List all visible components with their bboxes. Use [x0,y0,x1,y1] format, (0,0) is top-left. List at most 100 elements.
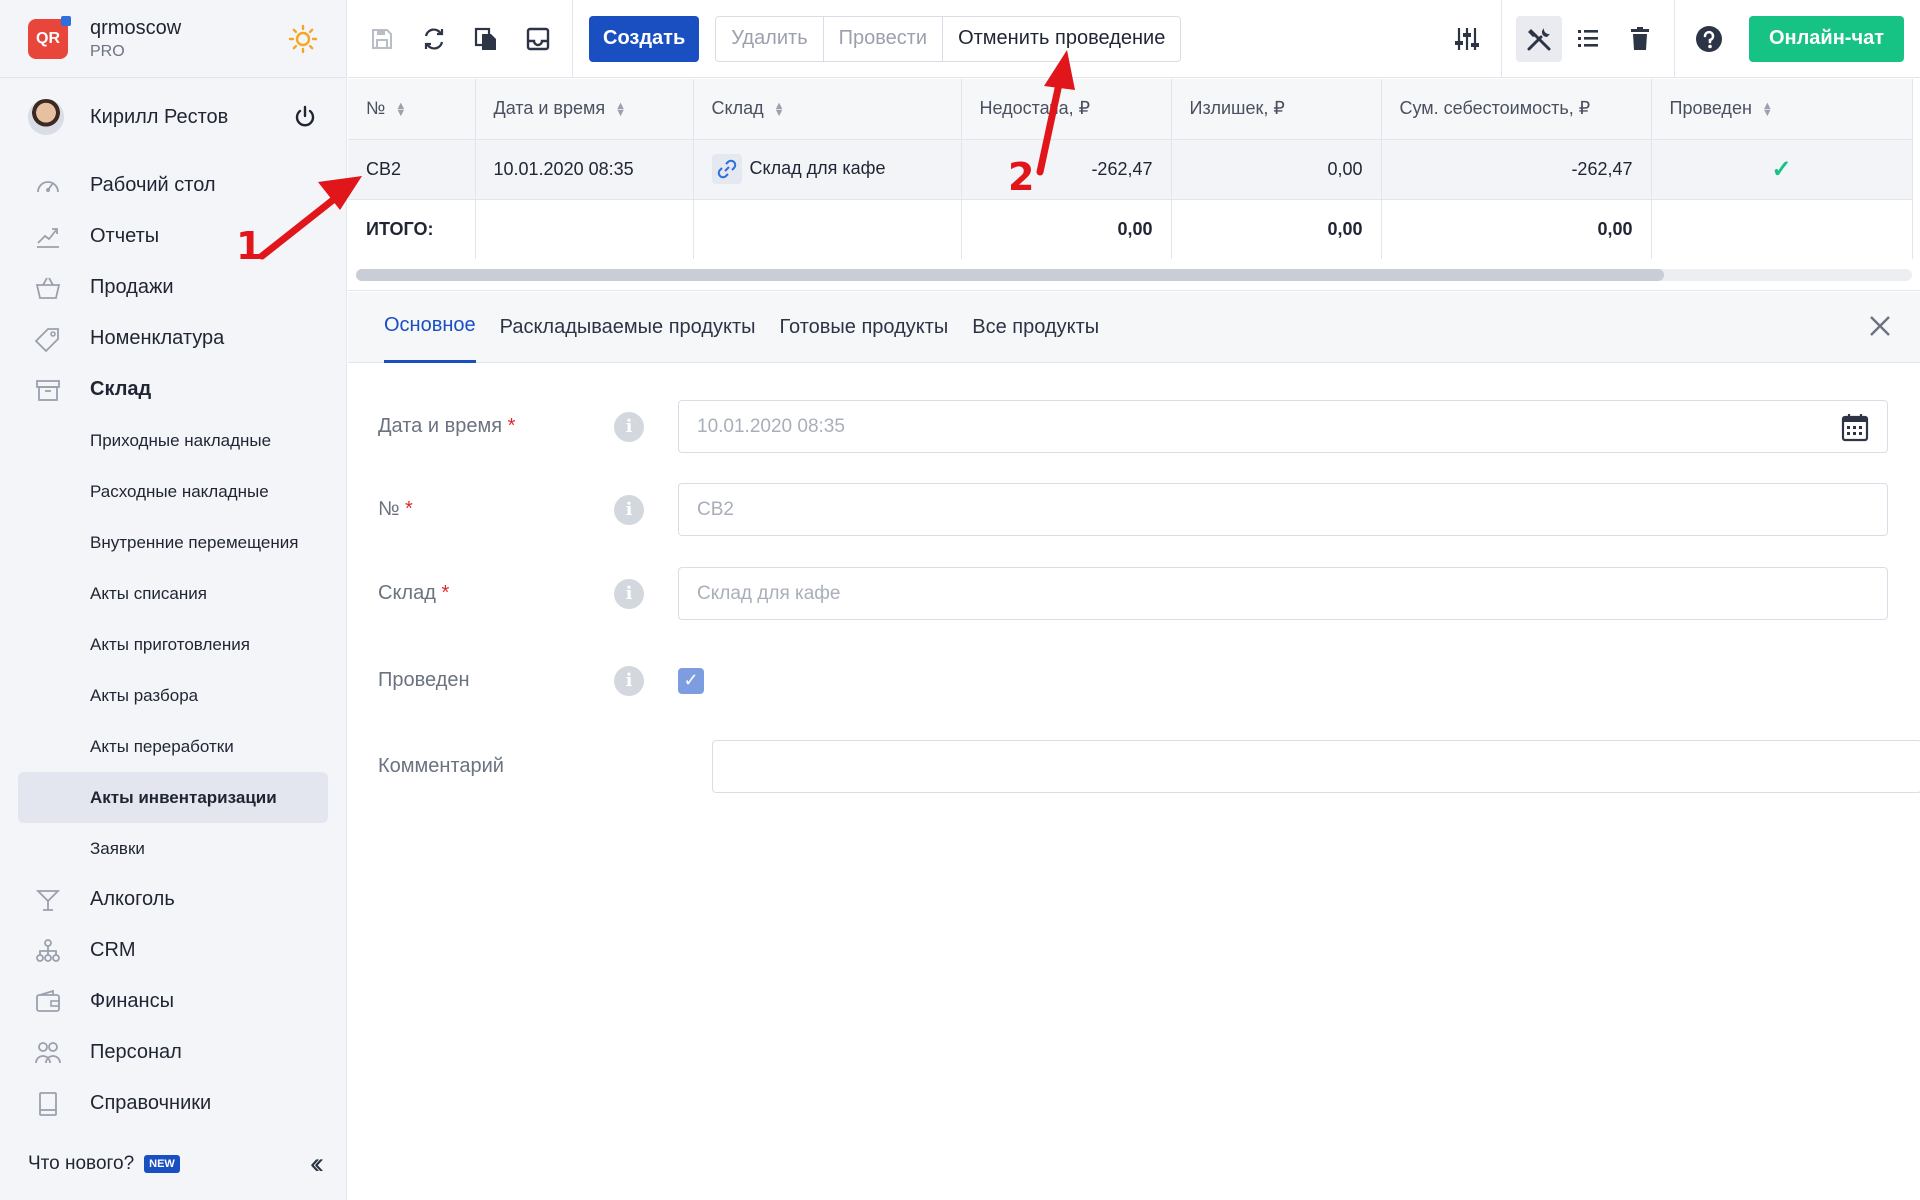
sidebar-item-alcohol[interactable]: Алкоголь [0,874,346,925]
power-icon[interactable] [292,104,318,130]
sort-icon[interactable]: ▲ ▼ [774,100,785,118]
avatar[interactable] [28,99,64,135]
sidebar-item-directories[interactable]: Справочники [0,1078,346,1129]
toolbar-right: Онлайн-чат [1441,0,1920,78]
tab-finished-products[interactable]: Готовые продукты [780,292,949,363]
table-total-row: ИТОГО: 0,00 0,00 0,00 [348,199,1913,259]
sidebar-item-reports[interactable]: Отчеты [0,211,346,262]
sidebar-item-crm[interactable]: CRM [0,925,346,976]
detail-tabs: Основное Раскладываемые продукты Готовые… [348,292,1920,363]
sidebar-item-warehouse[interactable]: Склад [0,364,346,415]
column-header-warehouse[interactable]: Склад ▲ ▼ [693,79,962,140]
collapse-sidebar-icon[interactable]: ‹‹ [310,1147,324,1181]
sidebar-item-dashboard[interactable]: Рабочий стол [0,160,346,211]
cell-cost-sum[interactable]: -262,47 [1381,139,1652,200]
posted-check-icon: ✓ [1771,155,1792,183]
sidebar-item-label: CRM [90,939,136,961]
sidebar-subitem-cooking[interactable]: Акты приготовления [0,619,346,670]
cell-surplus[interactable]: 0,00 [1171,139,1382,200]
sidebar-item-label: Отчеты [90,225,160,247]
save-icon[interactable] [356,0,408,78]
list-view-icon[interactable] [1562,0,1614,78]
sidebar-item-nomenclature[interactable]: Номенклатура [0,313,346,364]
info-icon[interactable]: i [614,665,644,696]
delete-button[interactable]: Удалить [716,16,824,61]
tab-main[interactable]: Основное [384,292,476,363]
inventory-acts-table: № ▲ ▼ Дата и время ▲ ▼ Склад ▲ ▼ Недостача, ₽ … [348,79,1920,291]
sidebar-item-sales[interactable]: Продажи [0,262,346,313]
annotation-number-1: 1 [236,224,263,268]
warehouse-select[interactable]: Склад для кафе [678,567,1888,620]
sort-icon[interactable]: ▲ ▼ [615,100,626,118]
refresh-icon[interactable] [408,0,460,78]
tab-layout-products[interactable]: Раскладываемые продукты [500,292,756,363]
unpost-button[interactable]: Отменить проведение [943,17,1180,61]
people-icon [35,1041,61,1063]
cell-posted[interactable]: ✓ [1651,139,1913,200]
sidebar-subitem-writeoffs[interactable]: Акты списания [0,568,346,619]
close-icon[interactable] [1868,308,1892,347]
info-icon[interactable]: i [614,411,644,442]
sidebar-item-label: Склад [90,378,152,400]
info-icon[interactable]: i [614,578,644,609]
sidebar-item-label: Алкоголь [90,888,175,910]
link-icon[interactable] [711,154,742,184]
sidebar-item-label: Финансы [90,990,174,1012]
sidebar-subitem-incoming[interactable]: Приходные накладные [0,415,346,466]
inbox-icon[interactable] [512,0,564,78]
number-field[interactable]: СВ2 [678,483,1888,536]
sidebar-subitem-transfers[interactable]: Внутренние перемещения [0,517,346,568]
column-header-datetime[interactable]: Дата и время ▲ ▼ [475,79,694,140]
sidebar-subitem-outgoing[interactable]: Расходные накладные [0,466,346,517]
cell-shortage[interactable]: -262,47 [961,139,1172,200]
sidebar-subitem-disassembly[interactable]: Акты разбора [0,670,346,721]
tools-icon[interactable] [1515,15,1562,62]
sort-icon[interactable]: ▲ ▼ [395,100,406,118]
calendar-icon[interactable] [1841,412,1869,442]
cocktail-icon [35,889,61,911]
form-row-warehouse: Склад * i Склад для кафе [378,567,1888,620]
comment-field[interactable] [712,740,1920,793]
cell-datetime[interactable]: 10.01.2020 08:35 [475,139,694,200]
posted-label: Проведен [378,669,470,691]
form-row-datetime: Дата и время * i 10.01.2020 08:35 [378,400,1888,453]
column-header-number[interactable]: № ▲ ▼ [348,79,476,140]
sun-icon[interactable] [288,24,318,54]
hierarchy-icon [36,938,60,962]
horizontal-scrollbar[interactable] [356,269,1912,281]
column-header-posted[interactable]: Проведен ▲ ▼ [1651,79,1913,140]
column-header-surplus[interactable]: Излишек, ₽ [1171,79,1382,140]
sort-icon[interactable]: ▲ ▼ [1762,100,1773,118]
table-row[interactable]: СВ2 10.01.2020 08:35 Склад для кафе -262… [348,139,1913,200]
datetime-field[interactable]: 10.01.2020 08:35 [678,400,1888,453]
reports-icon [37,227,59,248]
sidebar-item-finance[interactable]: Финансы [0,976,346,1027]
cell-warehouse[interactable]: Склад для кафе [693,139,962,200]
new-badge: NEW [144,1155,180,1173]
post-button[interactable]: Провести [824,16,944,61]
sidebar-item-label: Рабочий стол [90,174,216,196]
copy-icon[interactable] [460,0,512,78]
scrollbar-thumb[interactable] [356,269,1664,281]
form-row-comment: Комментарий [378,740,1920,793]
info-icon[interactable]: i [614,494,644,525]
column-header-shortage[interactable]: Недостача, ₽ [961,79,1172,140]
posted-checkbox[interactable]: ✓ [678,667,704,694]
sidebar-subitem-processing[interactable]: Акты переработки [0,721,346,772]
create-button[interactable]: Создать [589,15,700,62]
help-icon[interactable] [1683,0,1735,78]
brand-header: QR qrmoscow PRO [0,0,346,78]
tab-all-products[interactable]: Все продукты [972,292,1099,363]
cell-number[interactable]: СВ2 [348,139,476,200]
trash-icon[interactable] [1614,0,1666,78]
sidebar-item-staff[interactable]: Персонал [0,1027,346,1078]
sidebar-subitem-inventory[interactable]: Акты инвентаризации [18,772,328,823]
sidebar-subitem-requests[interactable]: Заявки [0,823,346,874]
brand-plan: PRO [90,42,125,60]
total-surplus: 0,00 [1171,199,1382,259]
qr-logo[interactable]: QR [28,15,71,59]
column-header-cost-sum[interactable]: Сум. себестоимость, ₽ [1381,79,1652,140]
column-settings-icon[interactable] [1441,0,1493,78]
whats-new[interactable]: Что нового? NEW ‹‹ [0,1128,346,1200]
online-chat-button[interactable]: Онлайн-чат [1748,15,1904,62]
